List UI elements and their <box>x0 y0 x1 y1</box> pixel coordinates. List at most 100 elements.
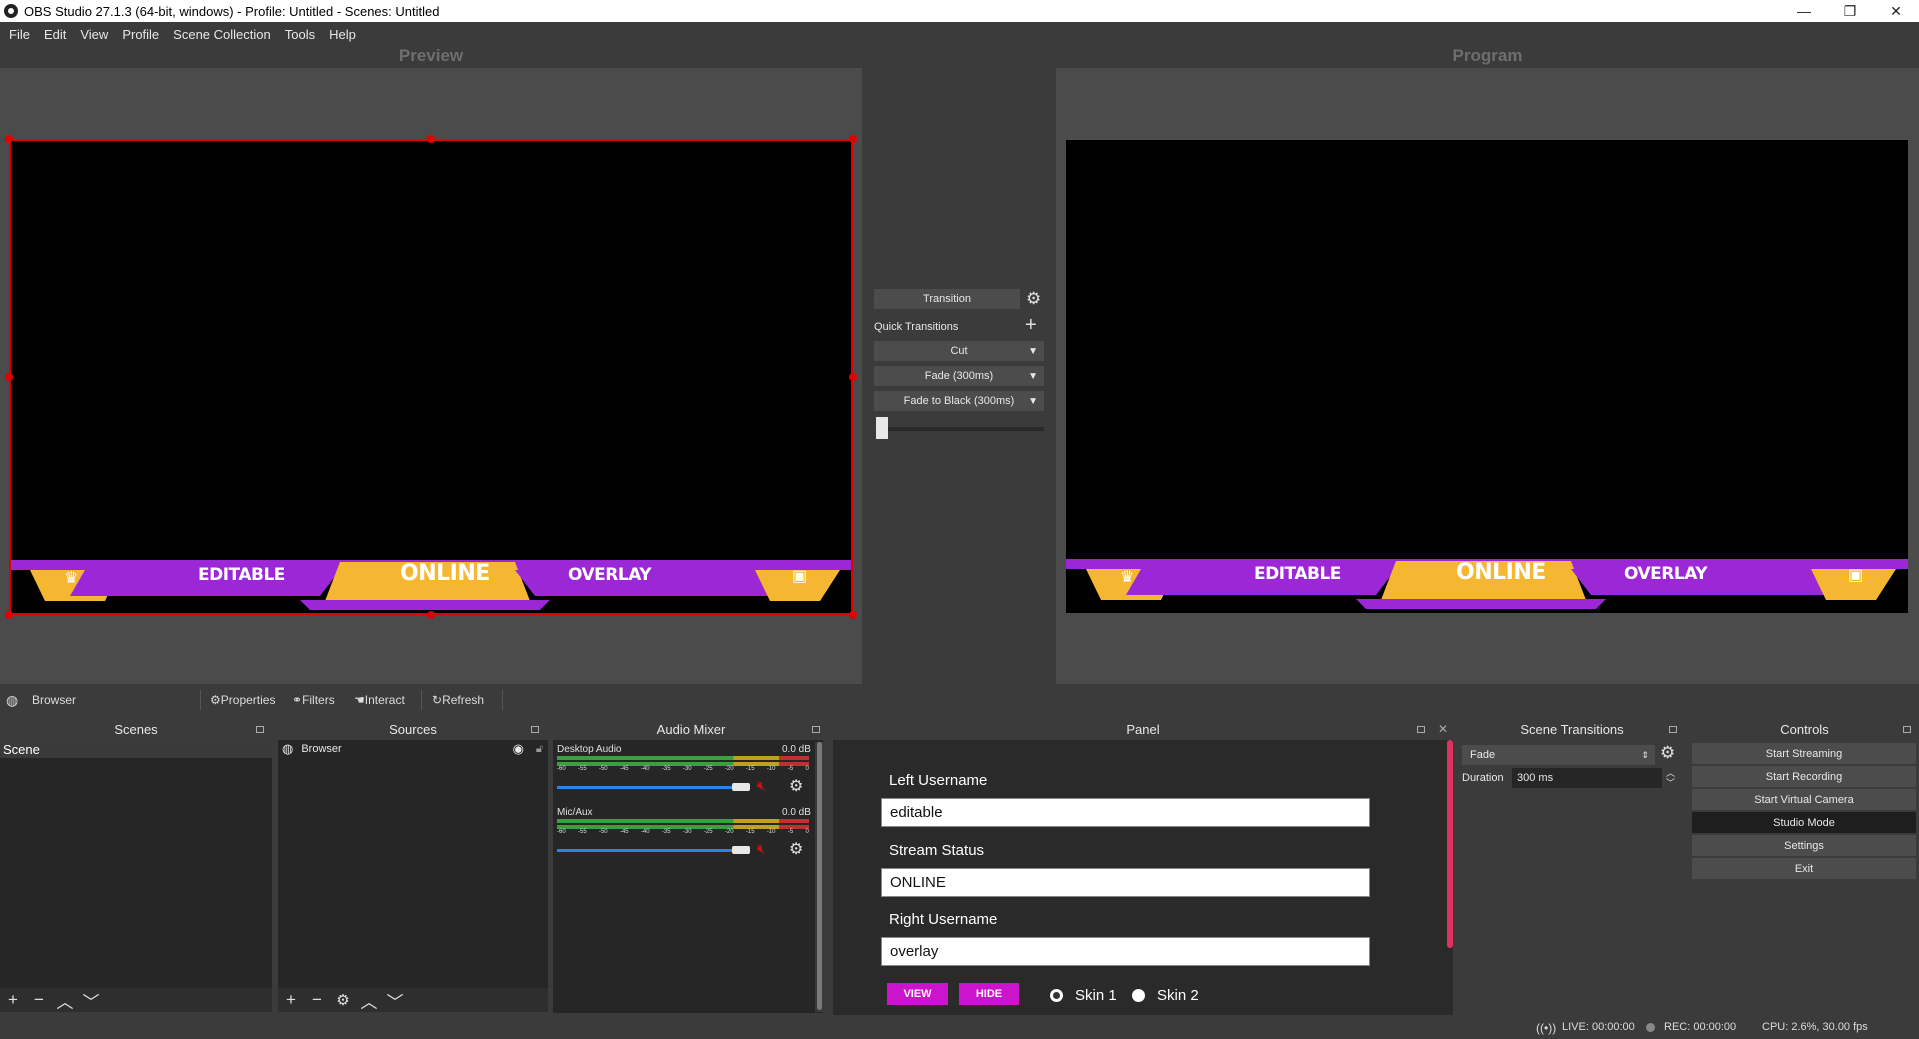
desktop-audio-volume-knob[interactable] <box>732 783 750 791</box>
duration-stepper-icon[interactable]: ︿ ﹀ <box>1666 768 1675 788</box>
filters-icon: ⚭ <box>292 693 303 707</box>
resize-handle-b[interactable] <box>427 611 435 619</box>
resize-handle-br[interactable] <box>849 611 857 619</box>
refresh-button[interactable]: ↻Refresh <box>432 693 484 707</box>
desktop-audio-gear-icon[interactable]: ⚙ <box>789 776 803 796</box>
move-source-down-icon[interactable]: ﹀ <box>382 988 408 1013</box>
stream-status-input[interactable]: ONLINE <box>881 868 1370 897</box>
panel-scrollbar-thumb[interactable] <box>1447 740 1453 948</box>
t-bar-knob[interactable] <box>876 417 888 439</box>
remove-scene-icon[interactable]: − <box>26 990 52 1010</box>
menu-view[interactable]: View <box>73 27 115 42</box>
preview-label: Preview <box>398 46 464 65</box>
quick-transition-cut[interactable]: Cut ▼ <box>874 341 1044 361</box>
lock-icon[interactable]: 🔓︎ <box>536 743 543 756</box>
tick-label: -15 <box>745 829 755 835</box>
rec-dot-icon <box>1646 1022 1655 1032</box>
mic-aux-volume-knob[interactable] <box>732 846 750 854</box>
toolbar-divider <box>421 690 422 710</box>
program-overlay-center-text: ONLINE <box>1456 560 1546 585</box>
source-properties-gear-icon[interactable]: ⚙ <box>330 991 356 1009</box>
float-dock-icon[interactable] <box>1417 726 1425 733</box>
cpu-fps: CPU: 2.6%, 30.00 fps <box>1762 1021 1868 1033</box>
duration-value: 300 ms <box>1517 772 1554 784</box>
start-recording-button[interactable]: Start Recording <box>1692 766 1916 787</box>
resize-handle-bl[interactable] <box>5 611 13 619</box>
desktop-audio-ticks: -60 -55 -50 -45 -40 -35 -30 -25 -20 -15 -10 -5 0 <box>557 766 809 772</box>
mixer-scrollbar-thumb[interactable] <box>816 742 822 1010</box>
desktop-audio-volume-track[interactable] <box>557 786 747 789</box>
resize-handle-t[interactable] <box>427 135 435 143</box>
settings-button[interactable]: Settings <box>1692 835 1916 856</box>
minimize-button[interactable]: — <box>1781 0 1827 22</box>
scenes-list[interactable]: Scene <box>0 740 272 988</box>
filters-label: Filters <box>302 693 335 707</box>
studio-mode-button[interactable]: Studio Mode <box>1692 812 1916 833</box>
source-item-label: Browser <box>301 743 342 755</box>
add-scene-icon[interactable]: + <box>0 990 26 1010</box>
move-source-up-icon[interactable]: ︿ <box>356 988 382 1013</box>
mixer-scrollbar[interactable] <box>815 742 823 1012</box>
float-dock-icon[interactable] <box>1669 726 1677 733</box>
transition-gear-icon[interactable]: ⚙ <box>1026 289 1041 309</box>
resize-handle-tl[interactable] <box>5 135 13 143</box>
exit-button[interactable]: Exit <box>1692 858 1916 879</box>
menu-profile[interactable]: Profile <box>115 27 166 42</box>
desktop-audio-mute-icon[interactable]: 🔇︎ <box>757 777 766 794</box>
desktop-audio-db: 0.0 dB <box>782 744 811 755</box>
add-source-icon[interactable]: + <box>278 990 304 1010</box>
menu-file[interactable]: File <box>2 27 37 42</box>
add-quick-transition-icon[interactable]: + <box>1025 314 1037 337</box>
transition-settings-gear-icon[interactable]: ⚙ <box>1660 743 1675 763</box>
start-virtual-camera-button[interactable]: Start Virtual Camera <box>1692 789 1916 810</box>
left-username-input[interactable]: editable <box>881 798 1370 827</box>
properties-button[interactable]: ⚙Properties <box>210 693 275 707</box>
source-item[interactable]: ◍ Browser ◉ 🔓︎ <box>278 740 548 758</box>
transition-select[interactable]: Fade ⇕ <box>1462 745 1655 765</box>
view-button[interactable]: VIEW <box>887 983 948 1005</box>
float-dock-icon[interactable] <box>1903 726 1911 733</box>
mic-aux-gear-icon[interactable]: ⚙ <box>789 839 803 859</box>
toolbar-divider <box>502 690 503 710</box>
skin-2-radio[interactable] <box>1132 989 1145 1002</box>
move-scene-up-icon[interactable]: ︿ <box>52 988 78 1013</box>
resize-handle-r[interactable] <box>849 373 857 381</box>
tick-label: -30 <box>682 766 692 772</box>
duration-input[interactable]: 300 ms <box>1512 768 1662 788</box>
float-dock-icon[interactable] <box>256 726 264 733</box>
start-streaming-button[interactable]: Start Streaming <box>1692 743 1916 764</box>
skin-1-radio[interactable] <box>1050 989 1063 1002</box>
chevron-down-icon[interactable]: ▼ <box>1028 396 1038 407</box>
mic-aux-volume-track[interactable] <box>557 849 747 852</box>
transition-button[interactable]: Transition <box>874 289 1020 309</box>
restore-button[interactable]: ❐ <box>1827 0 1873 22</box>
move-scene-down-icon[interactable]: ﹀ <box>78 988 104 1013</box>
resize-handle-l[interactable] <box>5 373 13 381</box>
quick-transition-fade[interactable]: Fade (300ms) ▼ <box>874 366 1044 386</box>
mic-aux-mute-icon[interactable]: 🔇︎ <box>757 840 766 857</box>
menu-edit[interactable]: Edit <box>37 27 73 42</box>
close-dock-icon[interactable]: ✕ <box>1438 722 1448 736</box>
selection-outline[interactable] <box>9 139 853 615</box>
right-username-input[interactable]: overlay <box>881 937 1370 966</box>
controls-title: Controls <box>1690 720 1919 738</box>
menu-tools[interactable]: Tools <box>278 27 322 42</box>
scene-item[interactable]: Scene <box>0 740 272 758</box>
menu-help[interactable]: Help <box>322 27 363 42</box>
hide-button[interactable]: HIDE <box>959 983 1019 1005</box>
eye-icon[interactable]: ◉ <box>513 741 524 757</box>
menu-scene-collection[interactable]: Scene Collection <box>166 27 278 42</box>
interact-label: Interact <box>364 693 405 707</box>
filters-button[interactable]: ⚭Filters <box>292 693 335 707</box>
t-bar-track[interactable] <box>876 427 1044 431</box>
float-dock-icon[interactable] <box>531 726 539 733</box>
quick-transition-fade-black[interactable]: Fade to Black (300ms) ▼ <box>874 391 1044 411</box>
float-dock-icon[interactable] <box>812 726 820 733</box>
chevron-down-icon[interactable]: ▼ <box>1028 371 1038 382</box>
sources-list[interactable]: ◍ Browser ◉ 🔓︎ <box>278 740 548 988</box>
resize-handle-tr[interactable] <box>849 135 857 143</box>
interact-button[interactable]: ☚Interact <box>354 693 405 707</box>
close-button[interactable]: ✕ <box>1873 0 1919 22</box>
chevron-down-icon[interactable]: ▼ <box>1028 346 1038 357</box>
remove-source-icon[interactable]: − <box>304 990 330 1010</box>
